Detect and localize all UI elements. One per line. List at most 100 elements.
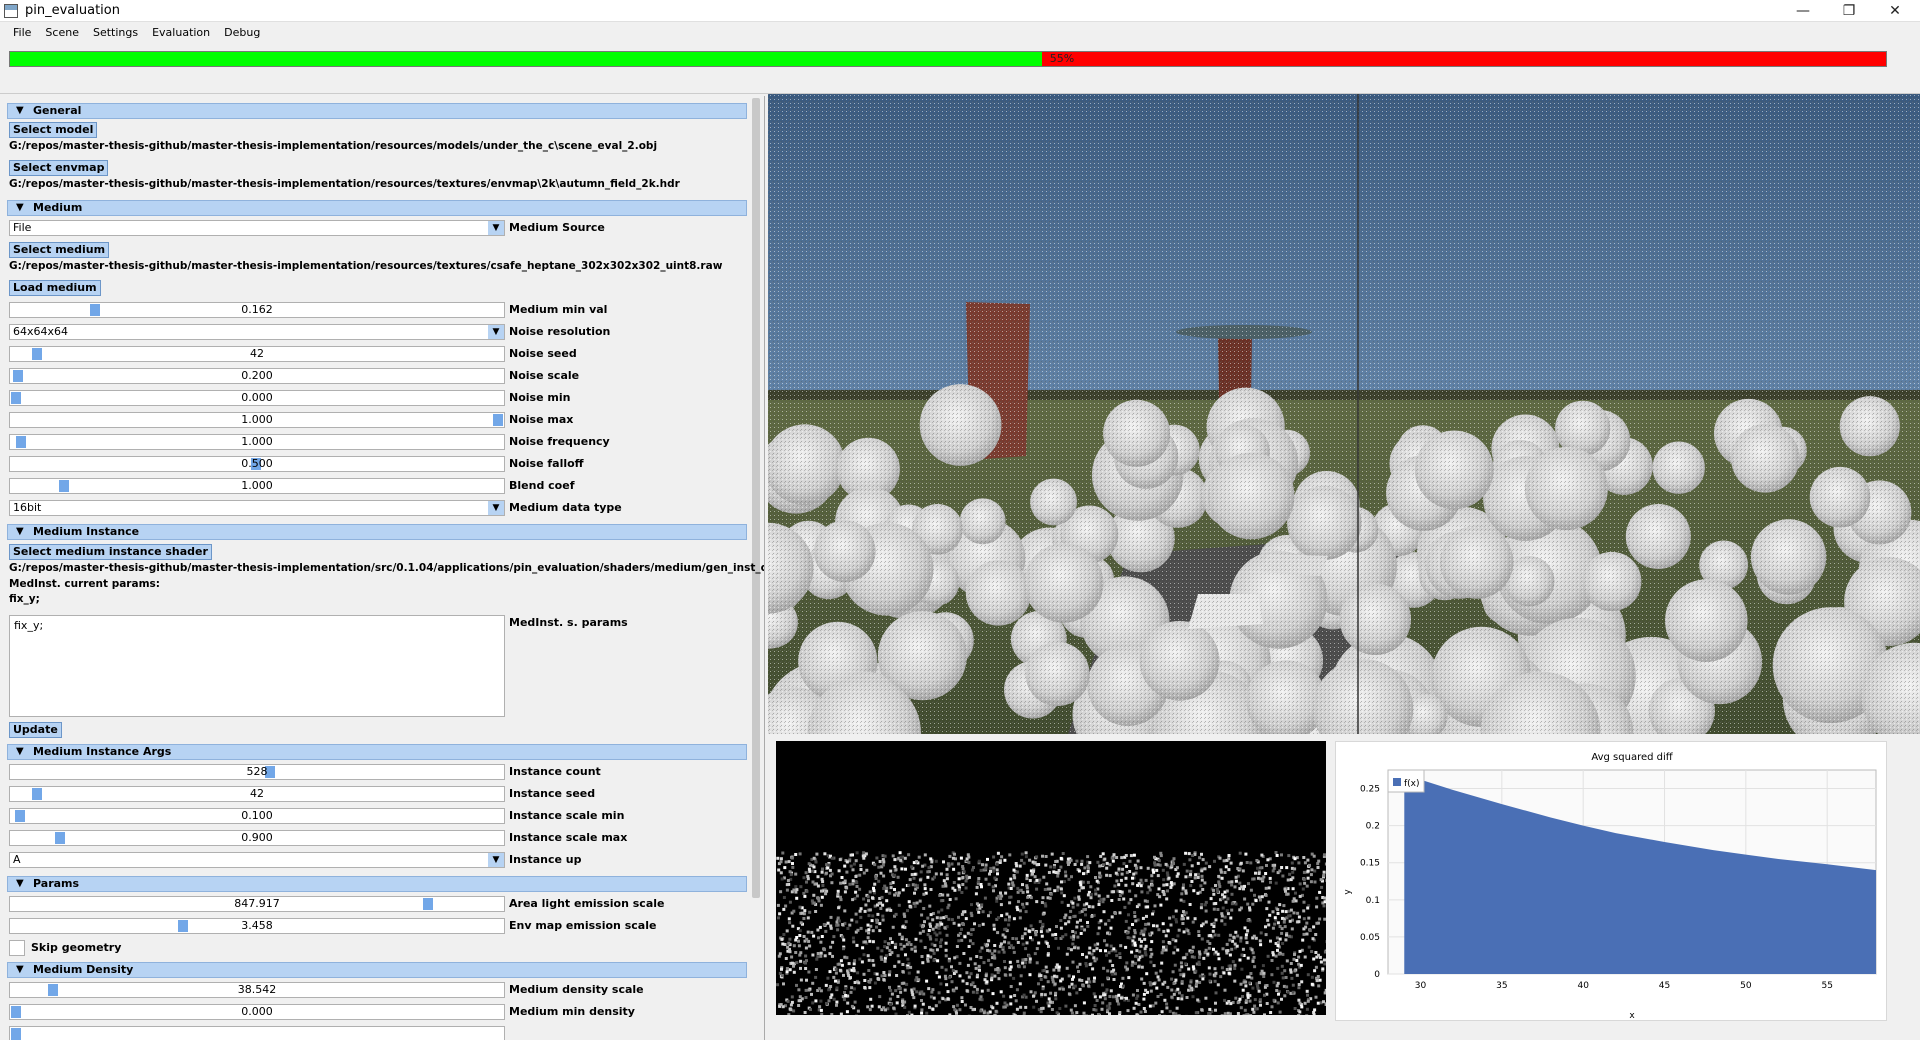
noise-min-slider[interactable]: 0.000 xyxy=(9,390,505,406)
instance-up-select[interactable]: A ▼ xyxy=(9,852,505,868)
section-params[interactable]: ▼ Params xyxy=(7,876,747,892)
instance-count-slider[interactable]: 528 xyxy=(9,764,505,780)
menu-file[interactable]: File xyxy=(6,22,38,44)
env-map-emission-slider[interactable]: 3.458 xyxy=(9,918,505,934)
noise-pixel xyxy=(1201,888,1205,891)
menu-settings[interactable]: Settings xyxy=(86,22,145,44)
noise-falloff-slider[interactable]: 0.500 xyxy=(9,456,505,472)
noise-pixel xyxy=(1009,944,1013,948)
noise-pixel xyxy=(906,966,910,970)
noise-pixel xyxy=(1293,1007,1297,1010)
noise-resolution-select[interactable]: 64x64x64 ▼ xyxy=(9,324,505,340)
medium-min-density-slider[interactable]: 0.000 xyxy=(9,1004,505,1020)
panel-scrollbar[interactable] xyxy=(752,98,760,898)
slider-grab[interactable] xyxy=(48,984,58,996)
noise-pixel xyxy=(1225,942,1229,946)
slider-grab[interactable] xyxy=(493,414,503,426)
instance-seed-slider[interactable]: 42 xyxy=(9,786,505,802)
noise-pixel xyxy=(882,978,886,982)
slider-grab[interactable] xyxy=(32,788,42,800)
noise-pixel xyxy=(1231,960,1235,964)
noise-pixel xyxy=(1229,861,1233,865)
dropdown-arrow-icon[interactable]: ▼ xyxy=(488,853,504,867)
noise-pixel xyxy=(1298,1010,1302,1014)
area-light-emission-slider[interactable]: 847.917 xyxy=(9,896,505,912)
noise-pixel xyxy=(907,941,911,944)
noise-pixel xyxy=(1101,983,1104,987)
noise-pixel xyxy=(1052,865,1056,869)
instance-scale-max-slider[interactable]: 0.900 xyxy=(9,830,505,846)
section-medium-instance-args[interactable]: ▼ Medium Instance Args xyxy=(7,744,747,760)
noise-pixel xyxy=(918,878,922,882)
blend-coef-slider[interactable]: 1.000 xyxy=(9,478,505,494)
noise-pixel xyxy=(1091,905,1095,909)
noise-pixel xyxy=(836,893,840,896)
select-instance-shader-button[interactable]: Select medium instance shader xyxy=(9,544,212,560)
medium-density-scale-slider[interactable]: 38.542 xyxy=(9,982,505,998)
noise-pixel xyxy=(822,923,826,926)
noise-pixel xyxy=(1097,926,1101,930)
noise-pixel xyxy=(1280,866,1284,869)
restore-button[interactable]: ❐ xyxy=(1826,0,1872,22)
noise-pixel xyxy=(960,927,963,931)
menu-debug[interactable]: Debug xyxy=(217,22,267,44)
section-medium-density[interactable]: ▼ Medium Density xyxy=(7,962,747,978)
medium-min-val-slider[interactable]: 0.162 xyxy=(9,302,505,318)
slider-grab[interactable] xyxy=(16,436,26,448)
noise-pixel xyxy=(1306,999,1310,1003)
noise-pixel xyxy=(999,891,1002,895)
menu-scene[interactable]: Scene xyxy=(38,22,86,44)
slider-grab[interactable] xyxy=(11,392,21,404)
instance-scale-min-slider[interactable]: 0.100 xyxy=(9,808,505,824)
menu-evaluation[interactable]: Evaluation xyxy=(145,22,217,44)
slider-grab[interactable] xyxy=(15,810,25,822)
medium-source-select[interactable]: File ▼ xyxy=(9,220,505,236)
slider-grab[interactable] xyxy=(11,1028,21,1040)
dropdown-arrow-icon[interactable]: ▼ xyxy=(488,501,504,515)
select-model-button[interactable]: Select model xyxy=(9,122,98,138)
rendered-scene-image xyxy=(768,94,1920,734)
select-medium-button[interactable]: Select medium xyxy=(9,242,110,258)
slider-grab[interactable] xyxy=(90,304,100,316)
noise-pixel xyxy=(1257,989,1261,993)
noise-max-slider[interactable]: 1.000 xyxy=(9,412,505,428)
section-medium-instance[interactable]: ▼ Medium Instance xyxy=(7,524,747,540)
noise-pixel xyxy=(1071,905,1075,909)
slider-grab[interactable] xyxy=(423,898,433,910)
noise-frequency-slider[interactable]: 1.000 xyxy=(9,434,505,450)
noise-pixel xyxy=(1213,859,1216,863)
noise-pixel xyxy=(920,999,923,1002)
dropdown-arrow-icon[interactable]: ▼ xyxy=(488,221,504,235)
dropdown-arrow-icon[interactable]: ▼ xyxy=(488,325,504,339)
minimize-button[interactable]: — xyxy=(1780,0,1826,22)
noise-pixel xyxy=(902,981,906,985)
section-general[interactable]: ▼ General xyxy=(7,103,747,119)
skip-geometry-checkbox[interactable] xyxy=(9,940,25,956)
section-medium[interactable]: ▼ Medium xyxy=(7,200,747,216)
close-button[interactable]: ✕ xyxy=(1872,0,1918,22)
noise-pixel xyxy=(792,944,796,948)
noise-pixel xyxy=(939,916,943,920)
update-button[interactable]: Update xyxy=(9,722,62,738)
select-envmap-button[interactable]: Select envmap xyxy=(9,160,109,176)
collapse-triangle-icon: ▼ xyxy=(16,526,24,537)
medium-data-type-select[interactable]: 16bit ▼ xyxy=(9,500,505,516)
noise-pixel xyxy=(1172,982,1176,985)
load-medium-button[interactable]: Load medium xyxy=(9,280,101,296)
slider-grab[interactable] xyxy=(13,370,23,382)
noise-pixel xyxy=(969,972,973,976)
slider-grab[interactable] xyxy=(55,832,65,844)
slider-grab[interactable] xyxy=(178,920,188,932)
slider-grab[interactable] xyxy=(32,348,42,360)
noise-pixel xyxy=(1009,887,1013,890)
noise-seed-slider[interactable]: 42 xyxy=(9,346,505,362)
slider-grab[interactable] xyxy=(11,1006,21,1018)
noise-pixel xyxy=(1244,936,1248,940)
noise-pixel xyxy=(1260,895,1264,899)
slider-grab[interactable] xyxy=(59,480,69,492)
noise-pixel xyxy=(889,937,892,941)
noise-scale-slider[interactable]: 0.200 xyxy=(9,368,505,384)
instance-params-textarea[interactable]: fix_y; xyxy=(9,615,505,717)
render-viewport[interactable] xyxy=(768,94,1920,734)
partial-slider[interactable] xyxy=(9,1026,505,1040)
